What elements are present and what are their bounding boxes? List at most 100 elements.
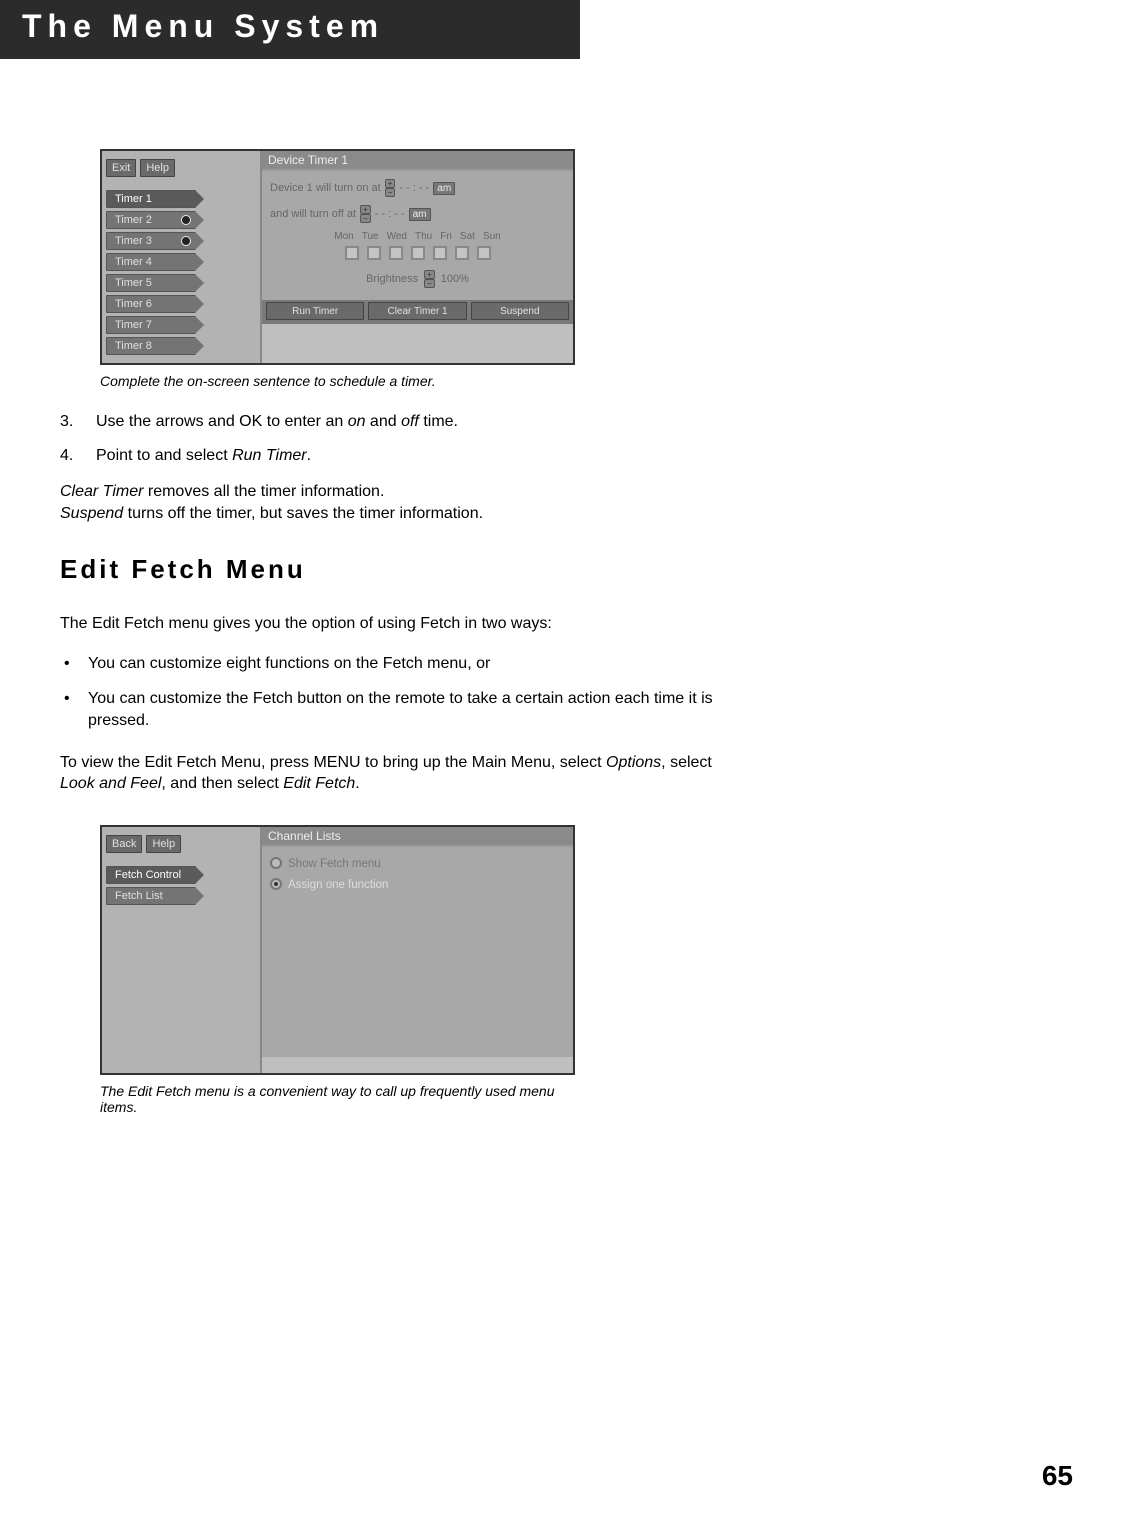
tab-fetch-control[interactable]: Fetch Control [106,866,196,884]
fetch-tab-list: Fetch Control Fetch List [102,859,260,907]
timer-tab-8[interactable]: Timer 8 [106,337,196,355]
clock-icon [181,236,191,246]
screenshot-edit-fetch: Back Help Fetch Control Fetch List Chann… [100,825,740,1075]
brightness-value: 100% [441,273,469,285]
screenshot1-caption: Complete the on-screen sentence to sched… [100,373,570,389]
step-3: 3. Use the arrows and OK to enter an on … [60,413,740,431]
day-checkbox[interactable] [345,246,359,260]
day-checkbox[interactable] [367,246,381,260]
term: Clear Timer [60,483,143,500]
turn-on-sentence: Device 1 will turn on at +− - - : - - am [270,179,565,197]
timer-tab-label: Timer 2 [115,214,152,226]
timer-tab-7[interactable]: Timer 7 [106,316,196,334]
timer-tab-2[interactable]: Timer 2 [106,211,196,229]
option-assign-one-function[interactable]: Assign one function [270,876,565,891]
timer-tab-1[interactable]: Timer 1 [106,190,196,208]
stepper-icon[interactable]: +− [424,270,435,288]
step-4: 4. Point to and select Run Timer. [60,447,740,465]
clock-icon [181,215,191,225]
chapter-header: The Menu System [0,0,580,59]
timer-tab-label: Timer 8 [115,340,152,352]
day-checkbox[interactable] [389,246,403,260]
text: , and then select [161,775,283,792]
screenshot2-caption: The Edit Fetch menu is a convenient way … [100,1083,570,1115]
day-label: Tue [362,231,379,242]
howto-paragraph: To view the Edit Fetch Menu, press MENU … [60,752,740,795]
time-placeholder[interactable]: - - : - - [399,182,429,194]
timer-list: Timer 1 Timer 2 Timer 3 Timer 4 Timer 5 … [102,183,260,357]
timer-tab-label: Timer 4 [115,256,152,268]
action-row: Run Timer Clear Timer 1 Suspend [262,300,573,324]
term: Look and Feel [60,775,161,792]
option-label: Show Fetch menu [288,858,381,870]
text: removes all the timer information. [143,483,384,500]
panel-title: Device Timer 1 [262,151,573,171]
chapter-title: The Menu System [22,8,558,45]
exit-button[interactable]: Exit [106,159,136,177]
radio-icon [270,857,282,869]
run-timer-button[interactable]: Run Timer [266,302,364,320]
clear-suspend-paragraph: Clear Timer removes all the timer inform… [60,481,740,524]
text: time. [419,413,458,430]
text: , select [661,754,712,771]
timer-tab-label: Timer 6 [115,298,152,310]
day-checkboxes [270,246,565,260]
term: off [401,413,419,430]
term: Suspend [60,505,123,522]
timer-tab-5[interactable]: Timer 5 [106,274,196,292]
day-label: Thu [415,231,432,242]
section-intro: The Edit Fetch menu gives you the option… [60,613,740,635]
panel-title: Channel Lists [262,827,573,847]
tab-fetch-list[interactable]: Fetch List [106,887,196,905]
on-text: Device 1 will turn on at [270,182,381,194]
day-checkbox[interactable] [411,246,425,260]
bullet-item: You can customize eight functions on the… [60,653,740,675]
suspend-button[interactable]: Suspend [471,302,569,320]
text: . [307,447,311,464]
back-button[interactable]: Back [106,835,142,853]
option-show-fetch-menu[interactable]: Show Fetch menu [270,855,565,870]
step-text: Use the arrows and OK to enter an on and… [96,413,458,431]
tab-label: Fetch Control [115,869,181,881]
term: on [348,413,366,430]
ampm-toggle[interactable]: am [433,182,455,195]
text: Use the arrows and OK to enter an [96,413,348,430]
timer-tab-label: Timer 1 [115,193,152,205]
tab-label: Fetch List [115,890,163,902]
timer-tab-label: Timer 5 [115,277,152,289]
turn-off-sentence: and will turn off at +− - - : - - am [270,205,565,223]
help-button[interactable]: Help [140,159,175,177]
day-checkbox[interactable] [477,246,491,260]
text: and [365,413,401,430]
bullet-list: You can customize eight functions on the… [60,653,740,732]
day-labels: Mon Tue Wed Thu Fri Sat Sun [270,231,565,242]
stepper-icon[interactable]: +− [385,179,396,197]
time-placeholder[interactable]: - - : - - [375,208,405,220]
step-number: 3. [60,413,96,431]
radio-icon [270,878,282,890]
day-label: Mon [334,231,353,242]
timer-tab-6[interactable]: Timer 6 [106,295,196,313]
clear-timer-button[interactable]: Clear Timer 1 [368,302,466,320]
off-text: and will turn off at [270,208,356,220]
help-button[interactable]: Help [146,835,181,853]
timer-tab-label: Timer 7 [115,319,152,331]
term: Options [606,754,661,771]
step-text: Point to and select Run Timer. [96,447,311,465]
day-label: Sat [460,231,475,242]
page-content: Exit Help Timer 1 Timer 2 Timer 3 Timer … [0,59,800,1115]
stepper-icon[interactable]: +− [360,205,371,223]
option-label: Assign one function [288,879,388,891]
ampm-toggle[interactable]: am [409,208,431,221]
brightness-row: Brightness +− 100% [270,270,565,288]
timer-tab-4[interactable]: Timer 4 [106,253,196,271]
term: Edit Fetch [283,775,355,792]
bullet-item: You can customize the Fetch button on th… [60,688,740,731]
day-label: Wed [387,231,407,242]
timer-tab-3[interactable]: Timer 3 [106,232,196,250]
day-checkbox[interactable] [433,246,447,260]
text: Point to and select [96,447,232,464]
section-heading: Edit Fetch Menu [60,554,740,585]
text: To view the Edit Fetch Menu, press MENU … [60,754,606,771]
day-checkbox[interactable] [455,246,469,260]
